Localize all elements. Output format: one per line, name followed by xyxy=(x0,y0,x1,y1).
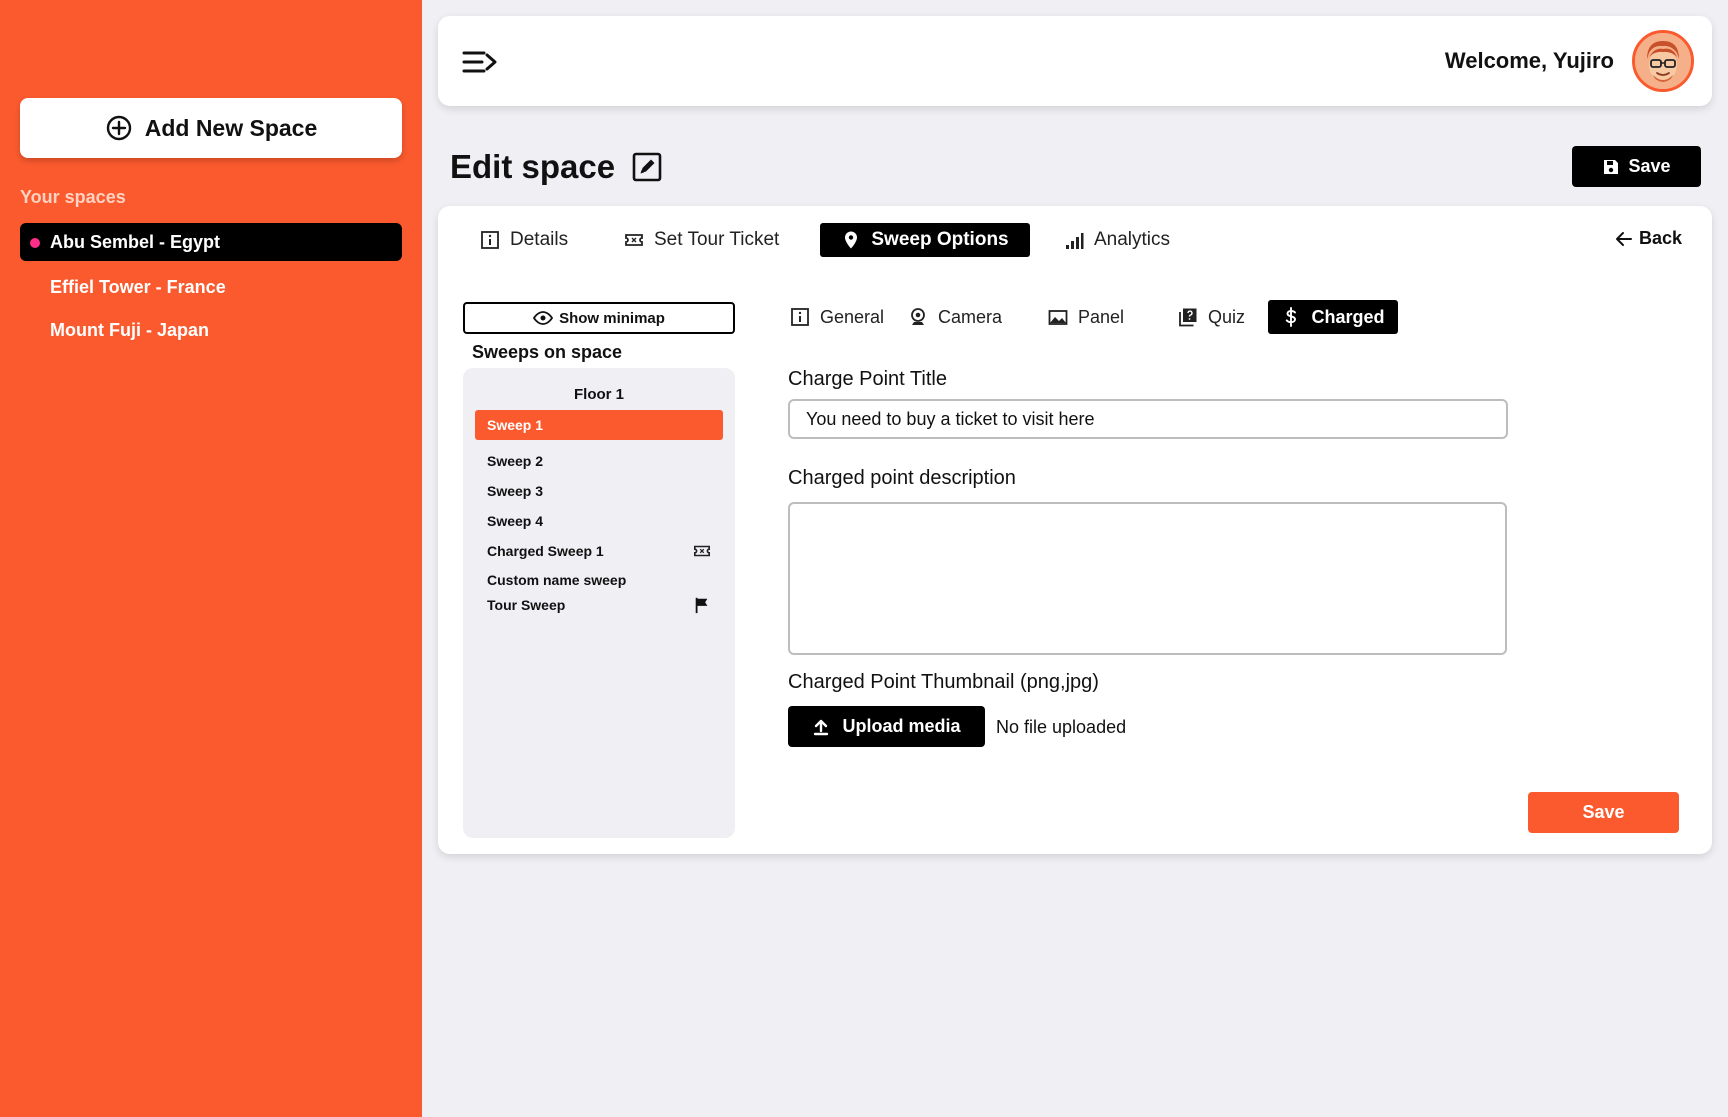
charge-point-title-input[interactable] xyxy=(788,399,1508,439)
tab-label: Set Tour Ticket xyxy=(654,229,780,250)
subtab-quiz[interactable]: Quiz xyxy=(1168,300,1255,334)
sweeps-panel: Floor 1 Sweep 1 Sweep 2 Sweep 3 Sweep 4 … xyxy=(463,368,735,838)
sidebar-item-effiel-tower[interactable]: Effiel Tower - France xyxy=(20,268,402,306)
space-label: Mount Fuji - Japan xyxy=(50,319,209,340)
image-icon xyxy=(1048,310,1068,325)
sweep-item[interactable]: Sweep 1 xyxy=(475,410,723,440)
top-header: Welcome, Yujiro xyxy=(438,16,1712,106)
info-icon xyxy=(791,308,809,326)
dollar-icon xyxy=(1286,307,1297,327)
subtab-charged[interactable]: Charged xyxy=(1268,300,1398,334)
subtab-panel[interactable]: Panel xyxy=(1038,300,1134,334)
floppy-disk-icon xyxy=(1604,159,1619,174)
subtab-label: Quiz xyxy=(1208,306,1246,327)
plus-circle-icon xyxy=(106,115,131,141)
charged-point-thumbnail-label: Charged Point Thumbnail (png,jpg) xyxy=(788,671,1099,693)
tab-sweep-options[interactable]: Sweep Options xyxy=(820,223,1030,257)
save-label: Save xyxy=(1628,156,1671,176)
active-dot xyxy=(30,238,40,248)
upload-media-label: Upload media xyxy=(842,716,961,736)
subtab-camera[interactable]: Camera xyxy=(898,300,1012,334)
sweep-label: Tour Sweep xyxy=(487,597,566,613)
subtab-label: Camera xyxy=(938,306,1003,327)
show-minimap-button[interactable]: Show minimap xyxy=(463,302,735,334)
info-icon xyxy=(481,231,499,249)
edit-space-card: Details Set Tour Ticket Sweep Options An… xyxy=(438,206,1712,854)
add-new-space-label: Add New Space xyxy=(144,114,318,141)
page-title-text: Edit space xyxy=(450,148,616,185)
welcome-text: Welcome, Yujiro xyxy=(1444,48,1614,73)
subtab-label: Charged xyxy=(1311,306,1385,327)
sweep-label: Sweep 2 xyxy=(487,453,544,469)
subtab-general[interactable]: General xyxy=(780,300,894,334)
eye-icon xyxy=(533,311,554,325)
back-link[interactable]: Back xyxy=(1615,228,1682,249)
tab-details[interactable]: Details xyxy=(468,223,580,257)
back-label: Back xyxy=(1638,228,1682,248)
sweep-label: Sweep 1 xyxy=(487,417,544,433)
space-label: Abu Sembel - Egypt xyxy=(50,231,221,252)
avatar-image xyxy=(1635,33,1691,89)
sweep-label: Custom name sweep xyxy=(487,572,627,588)
tab-analytics[interactable]: Analytics xyxy=(1052,223,1182,257)
add-new-space-button[interactable]: Add New Space xyxy=(20,98,402,158)
sweep-label: Charged Sweep 1 xyxy=(487,543,604,559)
subtab-label: Panel xyxy=(1078,306,1125,327)
sweep-item[interactable]: Sweep 3 xyxy=(475,476,723,506)
sidebar: Add New Space Your spaces Abu Sembel - E… xyxy=(0,0,422,1117)
charged-point-description-label: Charged point description xyxy=(788,467,1016,489)
charge-point-title-label: Charge Point Title xyxy=(788,368,947,390)
webcam-icon xyxy=(911,308,925,325)
save-button-bottom[interactable]: Save xyxy=(1528,792,1679,833)
map-pin-icon xyxy=(845,231,858,249)
menu-toggle-icon[interactable] xyxy=(462,47,498,77)
subtab-label: General xyxy=(820,306,885,327)
bar-chart-icon xyxy=(1066,233,1084,249)
spaces-heading: Your spaces xyxy=(20,187,126,207)
arrow-left-icon xyxy=(1615,231,1632,246)
avatar[interactable] xyxy=(1632,30,1694,92)
space-label: Effiel Tower - France xyxy=(50,276,226,297)
sweep-item[interactable]: Sweep 2 xyxy=(475,446,723,476)
ticket-icon xyxy=(693,545,711,557)
sweeps-heading: Sweeps on space xyxy=(472,342,623,362)
sweep-item[interactable]: Sweep 4 xyxy=(475,506,723,536)
sweep-label: Sweep 3 xyxy=(487,483,544,499)
sweep-item[interactable]: Tour Sweep xyxy=(475,590,723,620)
sweep-label: Sweep 4 xyxy=(487,513,544,529)
upload-status: No file uploaded xyxy=(996,717,1127,737)
tab-label: Analytics xyxy=(1094,229,1171,250)
ticket-icon xyxy=(625,234,643,246)
charged-point-description-textarea[interactable] xyxy=(788,502,1507,655)
tab-label: Details xyxy=(510,229,569,250)
sweep-item[interactable]: Charged Sweep 1 xyxy=(475,536,723,566)
sidebar-item-mount-fuji[interactable]: Mount Fuji - Japan xyxy=(20,311,402,349)
save-button-top[interactable]: Save xyxy=(1572,146,1701,187)
upload-icon xyxy=(814,719,829,735)
floor-label: Floor 1 xyxy=(573,386,624,403)
minimap-label: Show minimap xyxy=(559,309,665,327)
quiz-icon xyxy=(1179,308,1197,327)
flag-icon xyxy=(695,597,708,614)
page-title: Edit space xyxy=(450,148,663,186)
upload-media-button[interactable]: Upload media xyxy=(788,706,985,747)
sidebar-item-abu-sembel[interactable]: Abu Sembel - Egypt xyxy=(20,223,402,261)
tab-label: Sweep Options xyxy=(871,229,1009,250)
tab-set-tour-ticket[interactable]: Set Tour Ticket xyxy=(612,223,791,257)
edit-icon[interactable] xyxy=(631,151,663,183)
